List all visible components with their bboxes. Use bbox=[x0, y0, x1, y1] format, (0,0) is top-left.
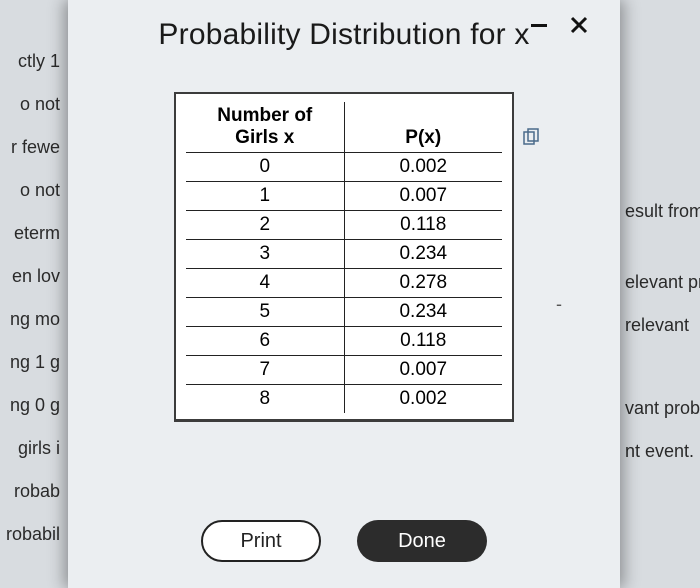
copy-icon[interactable] bbox=[522, 128, 540, 146]
done-button[interactable]: Done bbox=[357, 520, 487, 562]
table-row: 10.007 bbox=[186, 182, 502, 211]
table-row: 50.234 bbox=[186, 298, 502, 327]
print-button[interactable]: Print bbox=[201, 520, 321, 562]
minimize-button[interactable] bbox=[526, 12, 552, 38]
table-row: 20.118 bbox=[186, 211, 502, 240]
table-row: 80.002 bbox=[186, 385, 502, 414]
col-header-px: P(x) bbox=[344, 102, 502, 153]
table-row: 30.234 bbox=[186, 240, 502, 269]
table-row: 70.007 bbox=[186, 356, 502, 385]
close-button[interactable] bbox=[566, 12, 592, 38]
table-row: 60.118 bbox=[186, 327, 502, 356]
table-row: 40.278 bbox=[186, 269, 502, 298]
background-left-text: ctly 1 o not r fewe o not eterm en lov n… bbox=[0, 0, 60, 588]
probability-table: Number of Girls x P(x) 00.002 10.007 20.… bbox=[174, 92, 514, 422]
dash-mark: - bbox=[556, 294, 562, 315]
probability-modal: Probability Distribution for x Number of… bbox=[68, 0, 620, 588]
background-right-text: esult from elevant pr relevant vant prob… bbox=[625, 0, 700, 588]
table-row: 00.002 bbox=[186, 153, 502, 182]
col-header-x: Number of Girls x bbox=[186, 102, 344, 153]
modal-title: Probability Distribution for x bbox=[158, 18, 529, 52]
